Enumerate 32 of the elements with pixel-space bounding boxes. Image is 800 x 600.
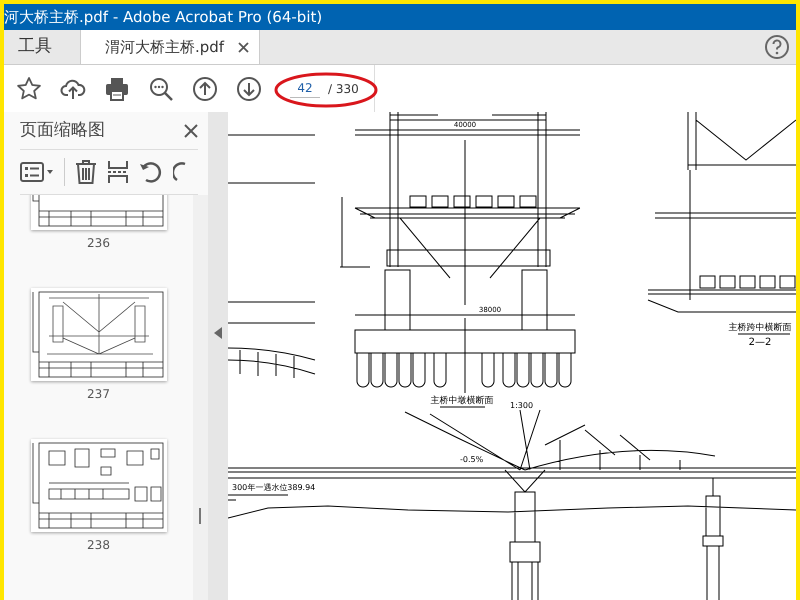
page-number-label: 237: [87, 386, 110, 403]
page-number-label: 238: [87, 537, 110, 554]
collapse-arrow-icon[interactable]: [214, 326, 222, 338]
page-number-field[interactable]: 42: [290, 79, 320, 98]
drawing-label: 2—2: [748, 337, 772, 348]
trash-icon[interactable]: [75, 160, 97, 184]
scrollbar-thumb[interactable]: [199, 508, 201, 524]
page-thumbnail[interactable]: [30, 288, 166, 381]
drawing-label: 主桥中墩横断面: [430, 396, 494, 406]
previous-page-icon[interactable]: [192, 76, 218, 102]
help-icon[interactable]: [764, 34, 790, 60]
drawing-label: -0.5%: [460, 455, 484, 464]
panel-title: 页面缩略图: [20, 118, 105, 142]
next-page-icon[interactable]: [236, 76, 262, 102]
zoom-out-icon[interactable]: [148, 76, 174, 102]
drawing-label: 300年一遇水位389.94: [232, 483, 316, 492]
drawing-label: 1:300: [510, 401, 534, 410]
page-total: / 330: [328, 80, 359, 98]
rotate-right-icon[interactable]: [173, 160, 187, 184]
close-tab-icon[interactable]: [238, 42, 250, 52]
window-title: 河大桥主桥.pdf - Adobe Acrobat Pro (64-bit): [4, 4, 796, 30]
tab[interactable]: 渭河大桥主桥.pdf: [80, 30, 260, 64]
drawing-label: 主桥跨中横断面: [728, 323, 792, 333]
options-menu-icon[interactable]: [20, 161, 54, 183]
insert-page-icon[interactable]: [107, 160, 129, 184]
tab[interactable]: 工具: [4, 30, 66, 64]
rotate-left-icon[interactable]: [139, 160, 163, 184]
close-icon[interactable]: [184, 124, 198, 138]
page-number-label: 236: [87, 235, 110, 252]
star-icon[interactable]: [16, 76, 42, 102]
page-thumbnail[interactable]: [30, 439, 166, 532]
print-icon[interactable]: [104, 76, 130, 102]
